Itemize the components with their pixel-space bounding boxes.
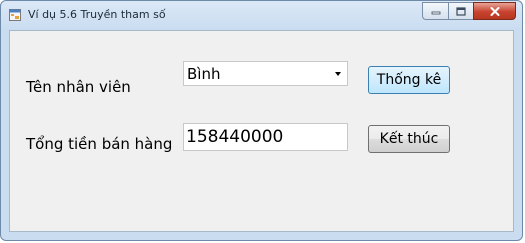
total-sales-input[interactable] (184, 124, 347, 150)
maximize-icon (456, 6, 466, 16)
maximize-button[interactable] (448, 2, 473, 20)
dropdown-arrow-icon[interactable] (335, 72, 341, 76)
minimize-icon (431, 11, 440, 15)
close-icon (490, 6, 499, 16)
minimize-button[interactable] (422, 2, 448, 20)
caption-buttons (422, 2, 516, 20)
close-button[interactable] (473, 2, 516, 20)
employee-name-selected: Bình (187, 65, 221, 83)
application-window: Ví dụ 5.6 Truyền tham số Tên nhân viên B… (0, 0, 523, 241)
employee-name-label: Tên nhân viên (26, 78, 131, 96)
exit-button[interactable]: Kết thúc (368, 125, 450, 153)
window-title: Ví dụ 5.6 Truyền tham số (28, 8, 166, 21)
form-client-area: Tên nhân viên Bình Thống kê Tổng tiền bá… (9, 30, 514, 232)
stats-button[interactable]: Thống kê (368, 66, 450, 94)
title-bar[interactable]: Ví dụ 5.6 Truyền tham số (1, 1, 522, 29)
app-form-icon (9, 9, 21, 21)
total-sales-textbox[interactable] (183, 123, 348, 151)
total-sales-label: Tổng tiền bán hàng (26, 135, 173, 153)
employee-name-combobox[interactable]: Bình (183, 61, 348, 86)
